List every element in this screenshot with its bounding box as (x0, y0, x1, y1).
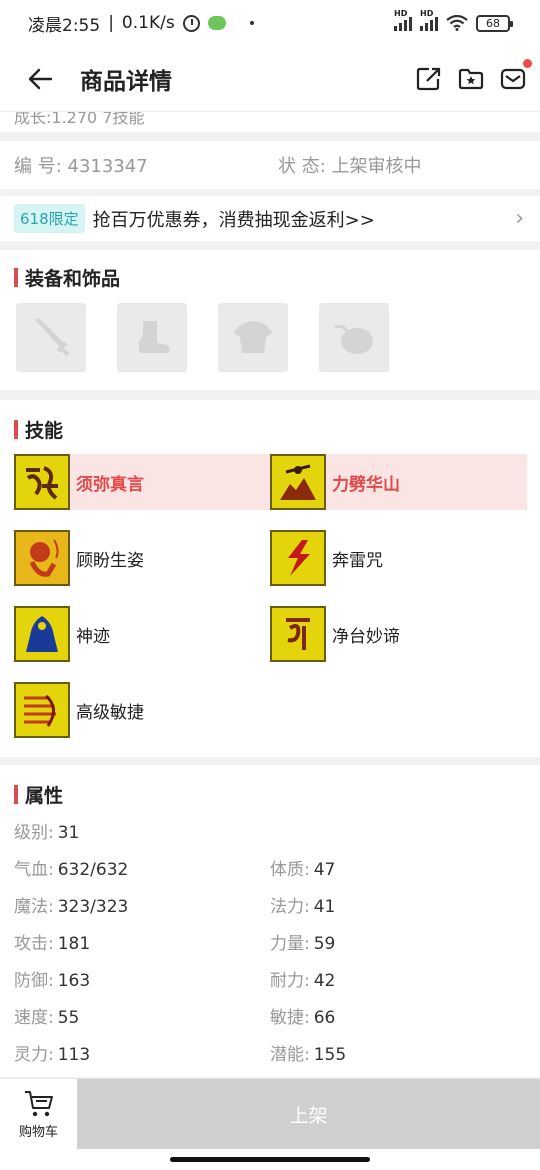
skills-title: 技能 (0, 416, 63, 443)
promo-tag: 618限定 (14, 204, 85, 233)
attr-item: 灵力: 113 (14, 1045, 91, 1065)
clipped-summary: 成长:1.270 7技能 (0, 112, 540, 132)
unread-badge (523, 58, 532, 68)
attr-item: 速度: 55 (14, 1008, 80, 1028)
equipment-slot-accessory[interactable] (319, 303, 389, 372)
signal-icon: HD (420, 9, 438, 31)
info-row: 编 号: 4313347 状 态: 上架审核中 (0, 141, 540, 189)
lion-icon (14, 530, 70, 586)
notification-dot-icon (249, 21, 254, 25)
attr-item: 耐力: 42 (270, 971, 336, 991)
attr-item: 力量: 59 (270, 934, 336, 954)
attr-item: 防御: 163 (14, 971, 91, 991)
skill-item[interactable]: 须弥真言 (14, 454, 270, 510)
cart-label: 购物车 (18, 1124, 58, 1140)
attr-item: 气血: 632/632 (14, 860, 129, 880)
skill-item[interactable]: 神迹 (14, 606, 270, 662)
weapon-icon (35, 317, 70, 356)
attr-item: 法力: 41 (270, 897, 336, 917)
skill-item[interactable]: 净台妙谛 (270, 606, 527, 662)
skills-section: 技能 须弥真言 力劈华山 顾盼生姿 奔雷咒 神迹 净台妙谛 高级敏捷 (0, 400, 540, 757)
accessory-icon (334, 324, 373, 354)
promo-banner[interactable]: 618限定 抢百万优惠券，消费抽现金返利>> › (0, 196, 540, 241)
wifi-icon (446, 15, 468, 31)
page-title: 商品详情 (80, 68, 172, 95)
boots-icon (139, 320, 170, 353)
share-icon (416, 67, 441, 90)
chevron-right-icon: › (515, 206, 524, 231)
skill-item[interactable]: 顾盼生姿 (14, 530, 270, 586)
skill-item[interactable]: 力劈华山 (270, 454, 527, 510)
attributes-title: 属性 (0, 781, 63, 808)
back-button[interactable] (0, 46, 80, 112)
skill-item[interactable]: 奔雷咒 (270, 530, 527, 586)
id-value: 4313347 (67, 156, 148, 177)
list-for-sale-button[interactable]: 上架 (77, 1079, 540, 1149)
status-time: 凌晨2:55 (28, 15, 101, 36)
equipment-slot-boots[interactable] (117, 303, 187, 372)
attr-level: 级别: 31 (14, 823, 80, 843)
attr-item: 潜能: 155 (270, 1045, 347, 1065)
swift-lines-icon (14, 682, 70, 738)
bottom-bar: 购物车 上架 (0, 1078, 540, 1170)
equipment-section: 装备和饰品 (0, 250, 540, 390)
wechat-icon (207, 16, 226, 30)
favorite-button[interactable] (458, 67, 484, 91)
status-value: 上架审核中 (331, 156, 422, 177)
status-speed: 0.1K/s (121, 13, 175, 33)
attr-item: 攻击: 181 (14, 934, 91, 954)
alarm-icon (182, 14, 200, 32)
armor-icon (234, 320, 272, 353)
share-button[interactable] (416, 67, 442, 91)
promo-text: 抢百万优惠券，消费抽现金返利>> (92, 209, 375, 231)
scroll-rune-icon (14, 454, 70, 510)
attributes-section: 属性 级别: 31 气血: 632/632 魔法: 323/323 攻击: 181 防御… (0, 765, 540, 1077)
equipment-slot-armor[interactable] (218, 303, 288, 372)
mail-icon (500, 68, 526, 89)
cart-icon (24, 1090, 53, 1116)
status-label: 状 态: (278, 156, 326, 177)
figure-mountain-icon (270, 454, 326, 510)
battery-icon: 68 (476, 14, 513, 32)
home-indicator (170, 1157, 370, 1162)
id-label: 编 号: (14, 156, 62, 177)
message-button[interactable] (500, 58, 532, 91)
nav-bar: 商品详情 (0, 46, 540, 112)
cloaked-figure-icon (14, 606, 70, 662)
attr-item: 敏捷: 66 (270, 1008, 336, 1028)
equipment-title: 装备和饰品 (0, 264, 120, 291)
rune-icon (270, 606, 326, 662)
equipment-slot-weapon[interactable] (16, 303, 86, 372)
cart-button[interactable]: 购物车 (0, 1079, 77, 1149)
signal-icon: HD (394, 9, 412, 31)
folder-star-icon (458, 68, 484, 89)
attr-item: 体质: 47 (270, 860, 336, 880)
lightning-icon (270, 530, 326, 586)
status-bar: 凌晨2:55 | 0.1K/s HD HD 68 (0, 0, 540, 46)
attr-item: 魔法: 323/323 (14, 897, 129, 917)
skill-item[interactable]: 高级敏捷 (14, 682, 270, 738)
back-arrow-icon (28, 68, 53, 89)
